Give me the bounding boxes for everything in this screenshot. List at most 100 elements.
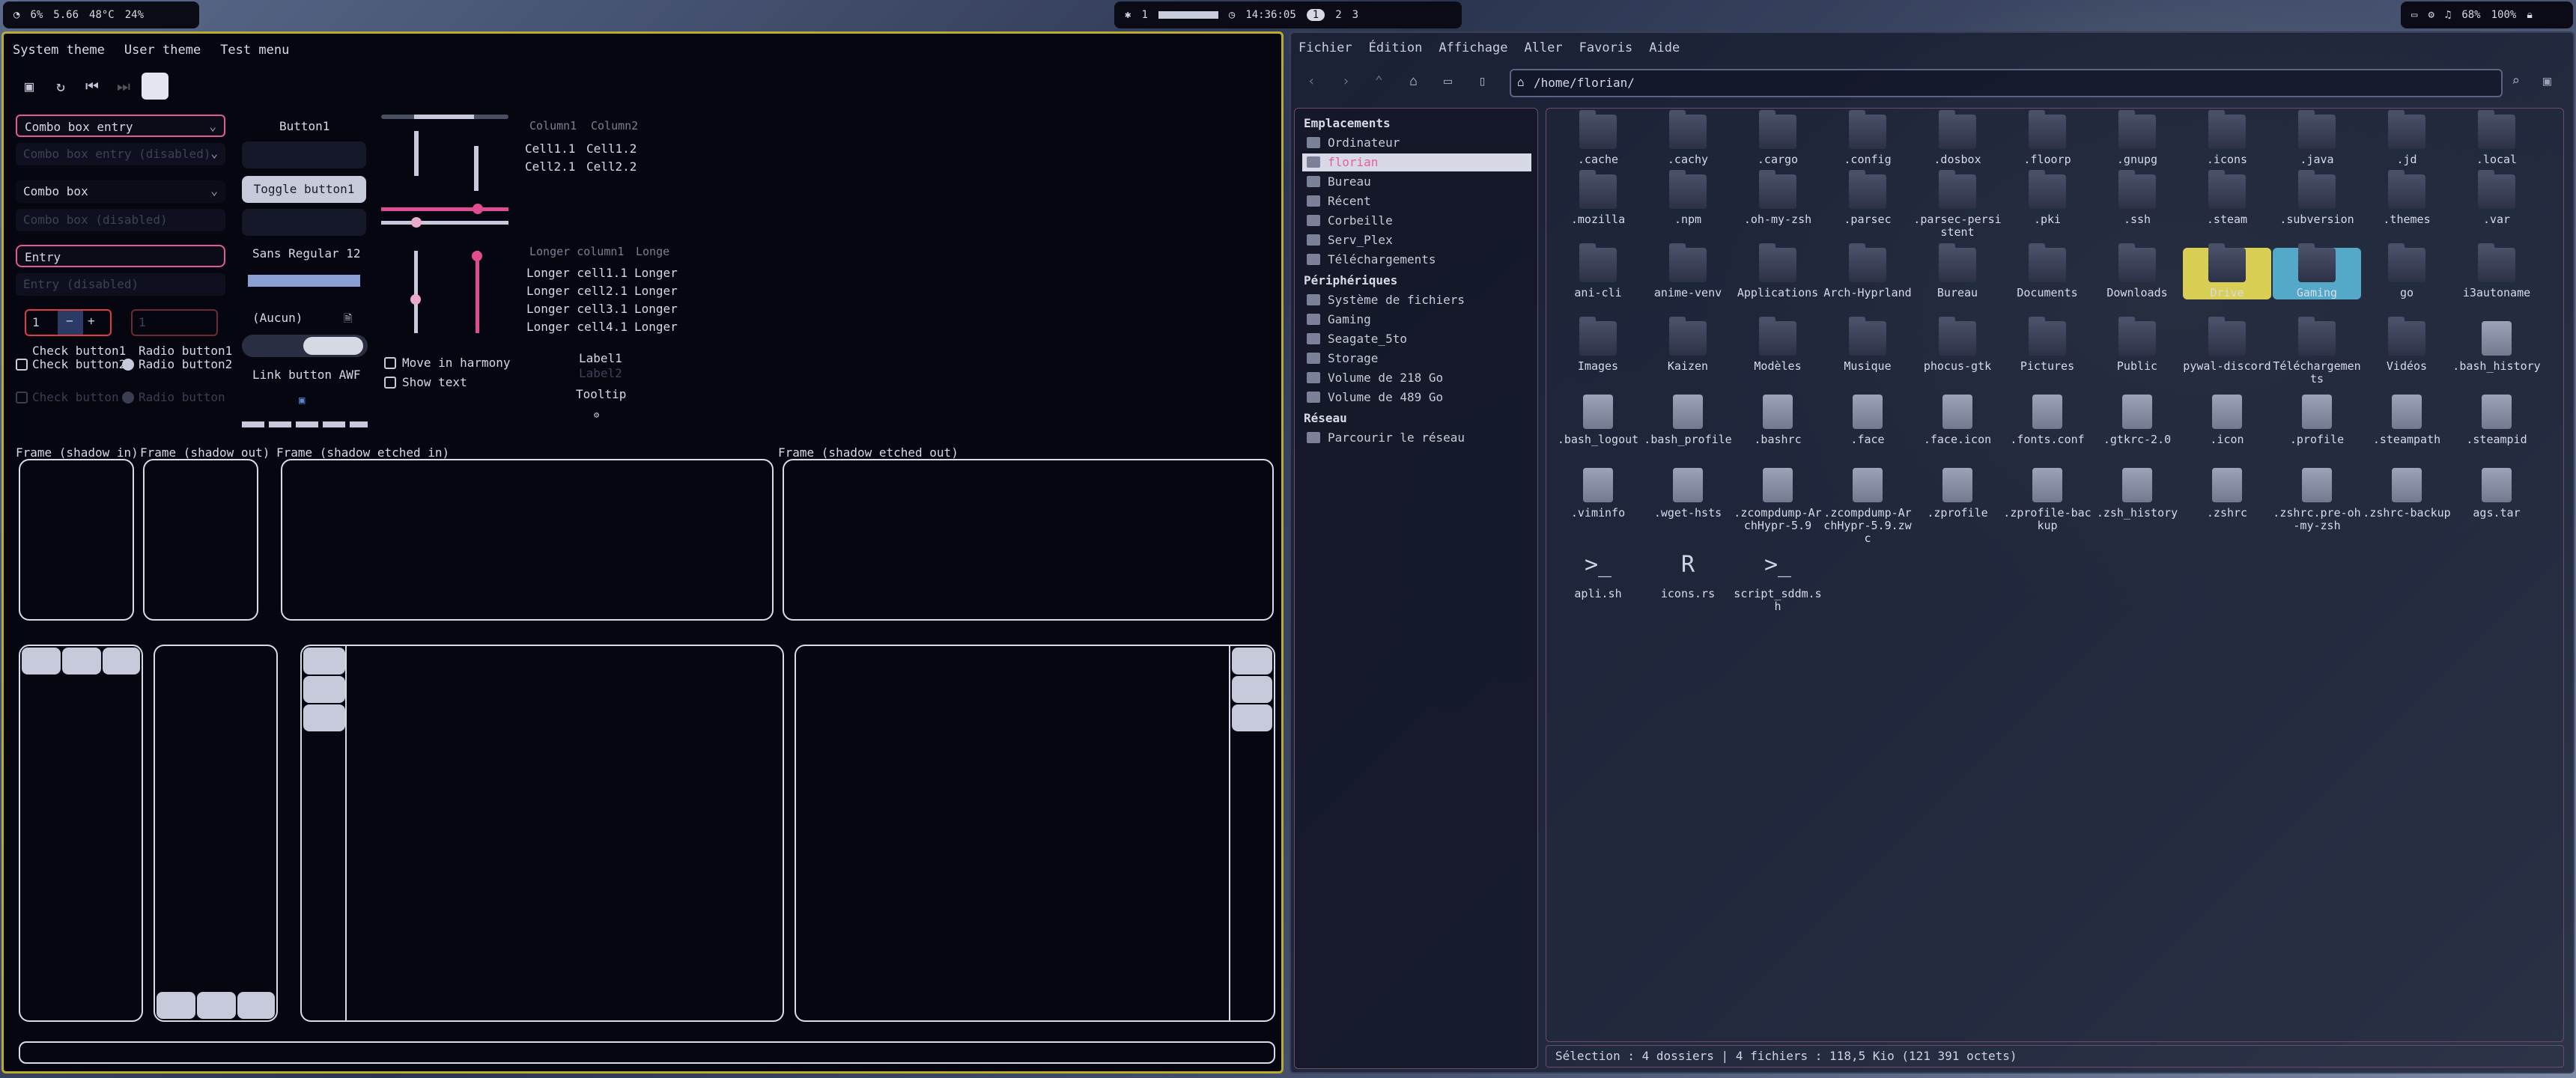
sidebar-item-florian[interactable]: florian [1302, 153, 1531, 171]
sidebar-item-serv-plex[interactable]: Serv_Plex [1302, 231, 1531, 249]
file-item[interactable]: .zshrc [2183, 468, 2271, 520]
file-item[interactable]: .bash_logout [1554, 395, 1642, 446]
menu-affichage[interactable]: Affichage [1439, 40, 1507, 55]
file-item[interactable]: .icon [2183, 395, 2271, 446]
file-chooser-none[interactable]: (Aucun) [252, 311, 303, 325]
button1[interactable]: Button1 [279, 119, 329, 133]
file-item[interactable]: .icons [2183, 110, 2271, 166]
file-item[interactable]: Musique [1823, 317, 1912, 373]
sidebar-item-systeme[interactable]: Système de fichiers [1302, 291, 1531, 309]
file-item[interactable]: .profile [2273, 395, 2361, 446]
workspace-1[interactable]: 1 [1306, 9, 1325, 21]
up-icon[interactable]: ⌃ [1375, 73, 1383, 89]
file-item[interactable]: .wget-hsts [1644, 468, 1732, 520]
file-item[interactable]: .cargo [1734, 110, 1822, 166]
file-item[interactable]: .bash_history [2452, 321, 2541, 373]
radio-button2[interactable] [122, 359, 134, 371]
file-item[interactable]: .viminfo [1554, 468, 1642, 520]
toggle-view-icon[interactable]: ▣ [2543, 73, 2551, 89]
file-item[interactable]: .face.icon [1913, 395, 2002, 446]
hscale-2[interactable] [381, 204, 508, 214]
file-item[interactable]: .face [1823, 395, 1912, 446]
file-item[interactable]: .java [2273, 110, 2361, 166]
move-in-harmony-check[interactable] [384, 357, 396, 369]
file-item[interactable]: .jd [2363, 110, 2451, 166]
longer-cell-3-1[interactable]: Longer cell3.1 [526, 302, 628, 316]
file-item[interactable]: i3autoname [2452, 243, 2541, 299]
file-item[interactable]: Téléchargements [2273, 317, 2361, 386]
decrement-button[interactable]: − [58, 311, 83, 335]
file-item[interactable]: .fonts.conf [2003, 395, 2092, 446]
file-item[interactable]: .themes [2363, 170, 2451, 226]
increment-button[interactable]: + [88, 314, 95, 328]
last-icon[interactable]: ⏭ [110, 73, 137, 100]
sidebar-item-volume-218[interactable]: Volume de 218 Go [1302, 369, 1531, 387]
file-item[interactable]: Gaming [2273, 243, 2361, 299]
menu-favoris[interactable]: Favoris [1579, 40, 1633, 55]
file-item[interactable]: .cache [1554, 110, 1642, 166]
notebook-tab[interactable] [1232, 704, 1272, 731]
file-item[interactable]: Drive [2183, 243, 2271, 299]
file-item[interactable]: .zprofile-backup [2003, 468, 2092, 532]
show-text-check[interactable] [384, 377, 396, 389]
file-item[interactable]: phocus-gtk [1913, 317, 2002, 373]
file-item[interactable]: anime-venv [1644, 243, 1732, 299]
menu-edition[interactable]: Édition [1369, 40, 1423, 55]
notebook-tab[interactable] [62, 648, 101, 674]
toggle-button1[interactable]: Toggle button1 [242, 176, 366, 203]
file-item[interactable]: go [2363, 243, 2451, 299]
file-item[interactable]: .zsh_history [2093, 468, 2181, 520]
cell-2-2[interactable]: Cell2.2 [586, 159, 637, 174]
file-item[interactable]: .zshrc.pre-oh-my-zsh [2273, 468, 2361, 532]
file-item[interactable]: .parsec-persistent [1913, 170, 2002, 239]
sidebar-item-ordinateur[interactable]: Ordinateur [1302, 134, 1531, 152]
switch-toggle[interactable] [242, 335, 368, 357]
file-item[interactable]: Applications [1734, 243, 1822, 299]
sidebar-item-seagate[interactable]: Seagate_5to [1302, 330, 1531, 348]
file-item[interactable]: .floorp [2003, 110, 2092, 166]
save-icon[interactable]: ▣ [16, 73, 43, 100]
file-item[interactable]: Modèles [1734, 317, 1822, 373]
vscale-1[interactable] [414, 131, 419, 176]
longer-cell-1-2[interactable]: Longer [634, 266, 678, 280]
file-item[interactable]: Bureau [1913, 243, 2002, 299]
monitor-icon[interactable]: ▭ [2411, 9, 2417, 21]
combo-box-entry[interactable]: Combo box entry ⌄ [16, 115, 225, 137]
file-item[interactable]: ags.tar [2452, 468, 2541, 520]
radio-button1-label[interactable]: Radio button1 [139, 344, 232, 358]
vscale-2[interactable] [474, 146, 479, 191]
sidebar-item-corbeille[interactable]: Corbeille [1302, 212, 1531, 230]
file-item[interactable]: .gnupg [2093, 110, 2181, 166]
file-item[interactable]: .bashrc [1734, 395, 1822, 446]
sidebar-item-telechargements[interactable]: Téléchargements [1302, 251, 1531, 269]
file-item[interactable]: .bash_profile [1644, 395, 1732, 446]
location-bar[interactable]: ⌂/home/florian/ [1510, 69, 2503, 97]
first-icon[interactable]: ⏮ [79, 73, 106, 100]
longer-column1-header[interactable]: Longer column1 [529, 245, 624, 258]
file-item[interactable]: .steam [2183, 170, 2271, 226]
check-button2[interactable] [16, 359, 28, 371]
new-window-icon[interactable]: ▭ [1444, 73, 1452, 89]
menu-fichier[interactable]: Fichier [1298, 40, 1352, 55]
menu-system-theme[interactable]: System theme [13, 43, 105, 58]
menu-user-theme[interactable]: User theme [124, 43, 201, 58]
notebook-tab[interactable] [22, 648, 61, 674]
sidebar-item-volume-489[interactable]: Volume de 489 Go [1302, 389, 1531, 406]
longer-cell-2-1[interactable]: Longer cell2.1 [526, 284, 628, 298]
check-button2-label[interactable]: Check button2 [32, 357, 126, 371]
back-icon[interactable]: ‹ [1307, 73, 1316, 89]
menu-aide[interactable]: Aide [1649, 40, 1680, 55]
notebook-tab[interactable] [303, 704, 345, 731]
longer-cell-2-2[interactable]: Longer [634, 284, 678, 298]
hscale-1[interactable] [381, 115, 508, 119]
file-item[interactable]: .parsec [1823, 170, 1912, 226]
entry-field[interactable]: Entry [16, 245, 225, 267]
file-item[interactable]: .pki [2003, 170, 2092, 226]
notebook-tab[interactable] [103, 648, 140, 674]
workspace-3[interactable]: 3 [1352, 9, 1358, 21]
file-item[interactable]: Documents [2003, 243, 2092, 299]
vscale-3[interactable] [410, 251, 421, 333]
file-item[interactable]: .cachy [1644, 110, 1732, 166]
sidebar-item-gaming[interactable]: Gaming [1302, 311, 1531, 329]
workspace-number[interactable]: 1 [1141, 9, 1147, 21]
